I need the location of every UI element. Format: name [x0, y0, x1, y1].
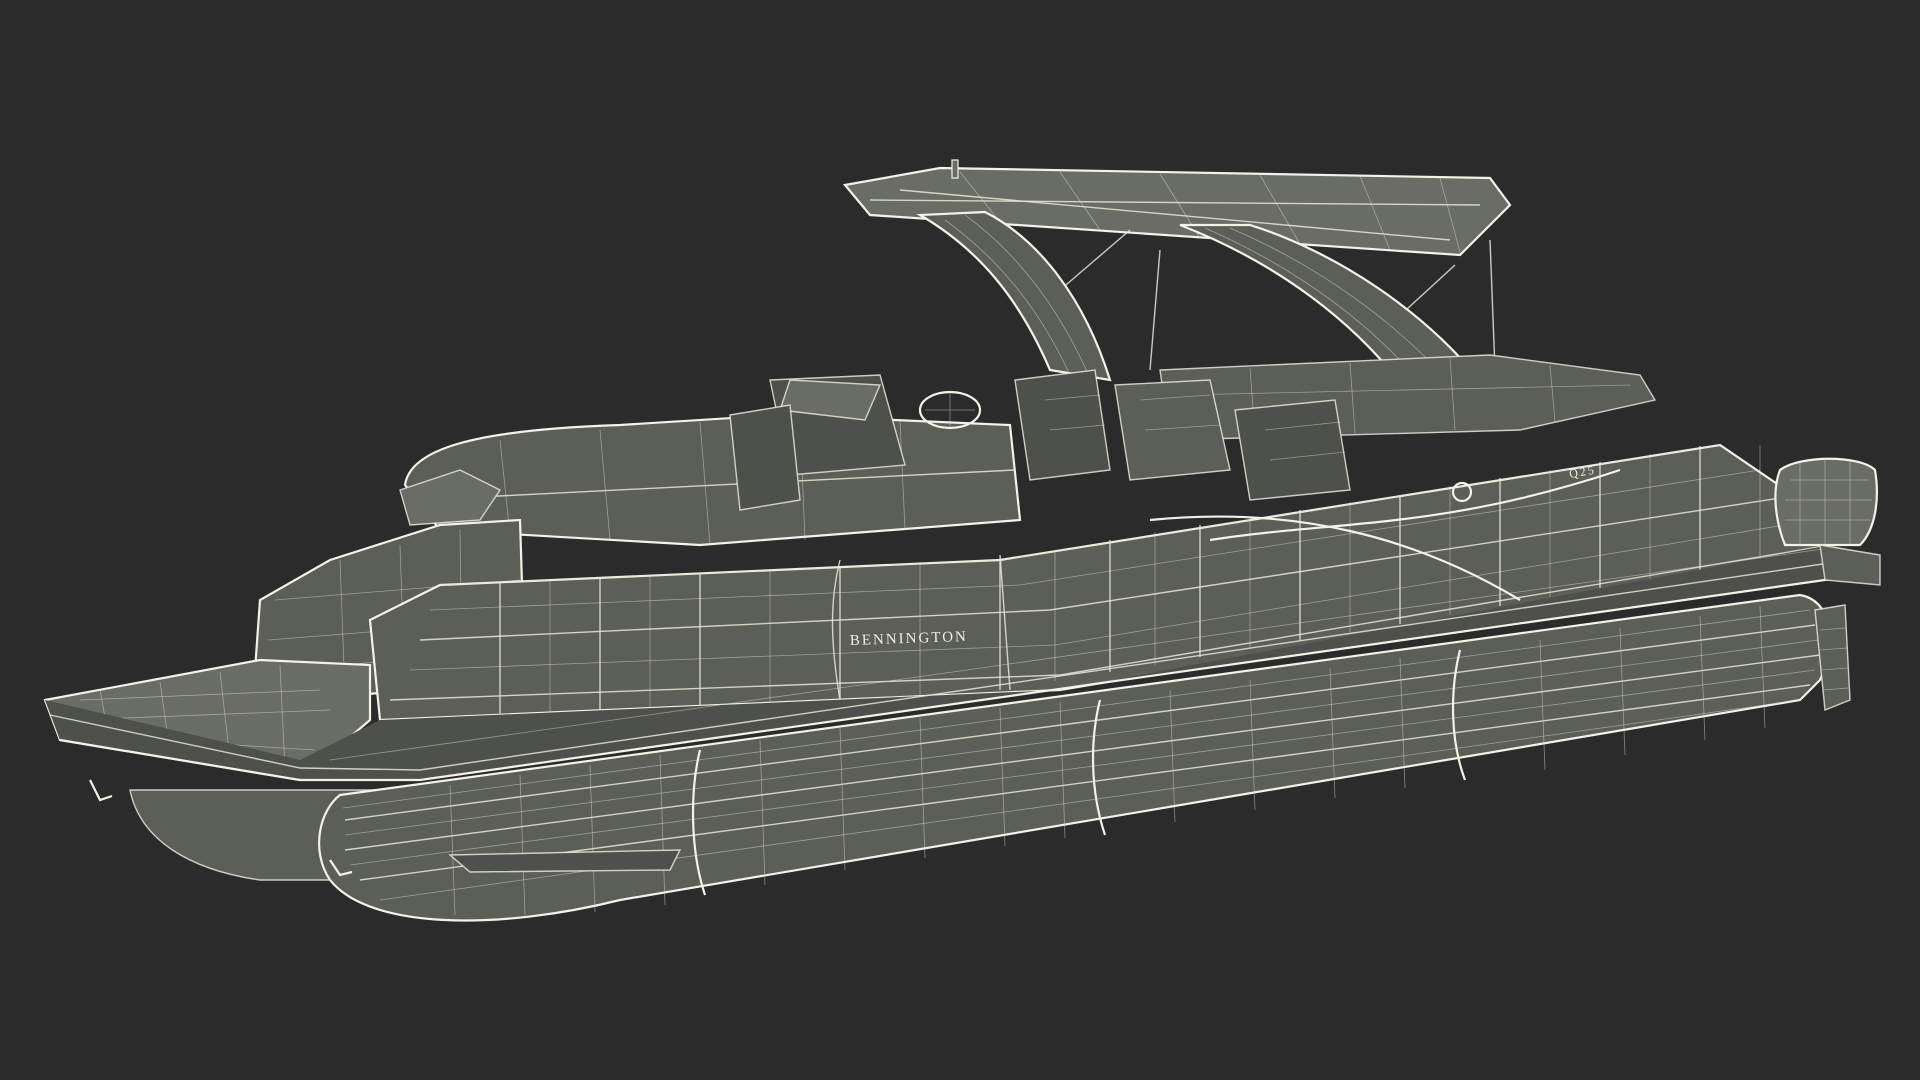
tower-arch-front [916, 210, 1112, 382]
bow-lounge [403, 374, 1022, 547]
antenna-mount [951, 159, 959, 179]
3d-viewport[interactable]: BENNINGTON Q25 [0, 0, 1920, 1080]
pontoon-boat-wireframe: BENNINGTON Q25 [43, 159, 1881, 922]
